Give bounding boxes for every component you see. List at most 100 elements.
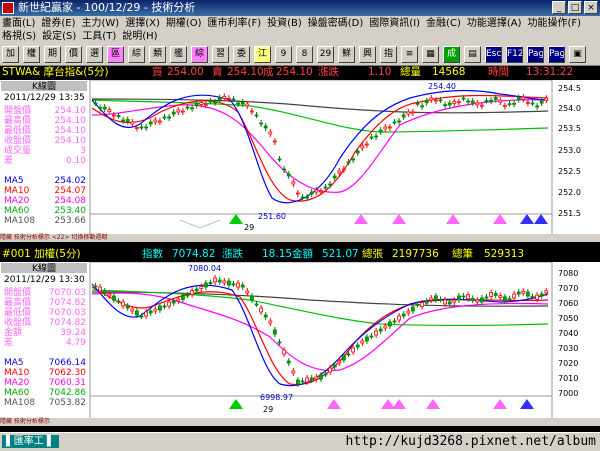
legend-key: MA10	[4, 368, 30, 378]
legend-key: 開盤價	[4, 288, 32, 298]
toolbar-button[interactable]: 加	[2, 46, 19, 63]
kline-label[interactable]: K線圖	[0, 262, 88, 274]
futures-symbol[interactable]: STWA& 摩台指&(5分)	[2, 66, 109, 79]
candle-body	[153, 119, 158, 123]
y-tick: 7010	[558, 374, 579, 383]
menu-row1-item[interactable]: 主力(W)	[82, 17, 120, 30]
toolbar-button[interactable]: Esc	[485, 46, 502, 63]
legend-key: MA20	[4, 196, 30, 206]
candle-body	[360, 145, 365, 149]
menu-row1-item[interactable]: 功能選擇(A)	[467, 17, 522, 30]
toolbar-button[interactable]: 期	[44, 46, 61, 63]
legend-value: 7066.14	[48, 358, 86, 368]
menu-row1-item[interactable]: 選擇(X)	[125, 17, 160, 30]
toolbar-button[interactable]: 選	[86, 46, 103, 63]
toolbar-button[interactable]: ▦	[422, 46, 439, 63]
menu-row2-item[interactable]: 設定(S)	[42, 30, 76, 43]
toolbar-button[interactable]: ≡	[401, 46, 418, 63]
legend-row: MA60 7042.86	[2, 388, 88, 398]
legend-value: 7060.31	[48, 378, 86, 388]
candle-body	[332, 364, 337, 368]
toolbar-button[interactable]: ▣	[569, 46, 586, 63]
candle-body	[116, 115, 121, 117]
legend-key: MA108	[4, 398, 36, 408]
legend-row: 金額 39.24	[2, 328, 88, 338]
legend-key: MA108	[4, 216, 36, 226]
menu-row-1: 畫面(L) 證券(E) 主力(W) 選擇(X) 期權(O) 匯市利率(F) 投資(B) 操盤密…	[2, 17, 581, 30]
toolbar-button[interactable]: 8	[296, 46, 313, 63]
y-tick: 251.5	[558, 209, 581, 218]
toolbar-button[interactable]: F12	[506, 46, 523, 63]
candle-body	[433, 99, 438, 102]
buy-label: 買	[152, 66, 163, 78]
toolbar-button[interactable]: 權	[23, 46, 40, 63]
y-tick: 7000	[558, 389, 579, 398]
toolbar-button[interactable]: 艦	[170, 46, 187, 63]
candle-body	[387, 321, 392, 327]
legend-row: 最低價 7070.03	[2, 308, 88, 318]
candle-body	[535, 294, 539, 300]
candle-body	[530, 296, 535, 298]
futures-footer[interactable]: 隱藏 技術分析標示 <22> 切換移動週期	[0, 234, 600, 242]
y-tick: 254.5	[558, 84, 581, 93]
toolbar-button[interactable]: 江	[254, 46, 271, 63]
candle-body	[153, 308, 158, 312]
candle-body	[125, 119, 130, 122]
menu-row1-item[interactable]: 功能操作(F)	[528, 17, 582, 30]
toolbar-button[interactable]: 委	[233, 46, 250, 63]
menu-row1-item[interactable]: 國際資訊(I)	[369, 17, 420, 30]
legend-row: MA5 254.02	[2, 176, 88, 186]
candle-body	[112, 114, 116, 117]
toolbar-button[interactable]: 類	[149, 46, 166, 63]
candle-body	[456, 101, 461, 104]
toolbar-button[interactable]: 價	[65, 46, 82, 63]
toolbar-button[interactable]: Page	[548, 46, 565, 63]
toolbar-button[interactable]: ▤	[464, 46, 481, 63]
legend-value: 7053.82	[48, 398, 86, 408]
toolbar-button[interactable]: 鮮	[338, 46, 355, 63]
candle-body	[254, 303, 259, 306]
menu-row1-item[interactable]: 金融(C)	[426, 17, 461, 30]
toolbar-button[interactable]: 29	[317, 46, 334, 63]
candle-body	[213, 101, 218, 104]
status-cell[interactable]: ▌匯率工 ▌	[2, 435, 59, 448]
candle-body	[282, 168, 287, 171]
candle-body	[144, 126, 149, 129]
maximize-button[interactable]: □	[568, 1, 582, 14]
toolbar-button[interactable]: 成	[443, 46, 460, 63]
menu-row2-item[interactable]: 工具(T)	[82, 30, 116, 43]
menu-row1-item[interactable]: 操盤密碼(D)	[308, 17, 364, 30]
menu-row1-item[interactable]: 投資(B)	[267, 17, 302, 30]
toolbar-button[interactable]: 區	[107, 46, 124, 63]
toolbar-button[interactable]: 指	[380, 46, 397, 63]
candle-body	[318, 374, 323, 380]
legend-key: 收盤價	[4, 318, 32, 328]
index-footer[interactable]: 隱藏 技術分析標示	[0, 418, 600, 426]
legend-value: 253.40	[54, 206, 87, 216]
index-symbol[interactable]: #001 加權(5分)	[2, 248, 81, 261]
menu-row1-item[interactable]: 畫面(L)	[2, 17, 35, 30]
kline-label[interactable]: K線圖	[0, 80, 88, 92]
menu-row1-item[interactable]: 證券(E)	[41, 17, 75, 30]
candle-body	[240, 101, 245, 105]
close-button[interactable]: ×	[584, 1, 598, 14]
candle-body	[157, 120, 162, 123]
menu-row1-item[interactable]: 匯市利率(F)	[208, 17, 262, 30]
toolbar-button[interactable]: 習	[212, 46, 229, 63]
y-tick: 252.0	[558, 188, 581, 197]
toolbar-button[interactable]: 綜	[128, 46, 145, 63]
candle-body	[162, 116, 167, 119]
candle-body	[236, 282, 241, 288]
candle-body	[369, 335, 374, 338]
toolbar-button[interactable]: 綜	[191, 46, 208, 63]
toolbar-button[interactable]: 9	[275, 46, 292, 63]
toolbar-button[interactable]: 興	[359, 46, 376, 63]
menu-row2-item[interactable]: 說明(H)	[122, 30, 157, 43]
minimize-button[interactable]: _	[552, 1, 566, 14]
toolbar-button[interactable]: Page	[527, 46, 544, 63]
candle-body	[535, 105, 539, 108]
menu-row2-item[interactable]: 格視(S)	[2, 30, 36, 43]
menu-row1-item[interactable]: 期權(O)	[166, 17, 202, 30]
candle-body	[217, 279, 222, 283]
futures-legend: 開盤價 254.10 最高價 254.10 最低價 254.10 收盤價 254.10 成交量 3…	[2, 106, 88, 226]
